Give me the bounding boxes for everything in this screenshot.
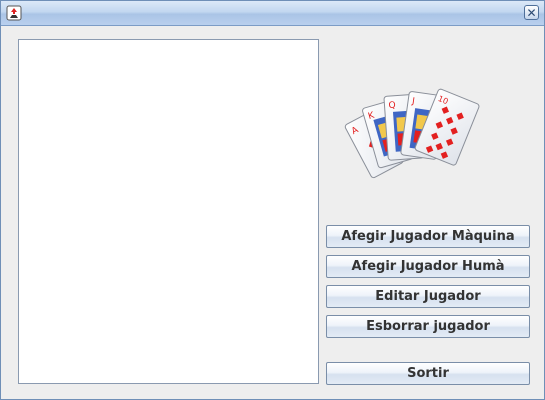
royal-flush-cards-image: A K Q J 10 bbox=[344, 88, 480, 179]
close-icon: ✕ bbox=[526, 5, 537, 20]
edit-player-button[interactable]: Editar Jugador bbox=[326, 285, 530, 308]
main-window: ✕ A K Q J 10 Afegir Jugador Màquina Afeg… bbox=[0, 0, 545, 400]
players-list[interactable] bbox=[18, 39, 319, 384]
title-bar: ✕ bbox=[1, 1, 544, 26]
exit-button[interactable]: Sortir bbox=[326, 362, 530, 385]
close-button[interactable]: ✕ bbox=[524, 5, 539, 20]
delete-player-button[interactable]: Esborrar jugador bbox=[326, 315, 530, 338]
svg-text:Q: Q bbox=[388, 101, 396, 111]
add-ai-player-button[interactable]: Afegir Jugador Màquina bbox=[326, 225, 530, 248]
add-human-player-button[interactable]: Afegir Jugador Humà bbox=[326, 255, 530, 278]
app-icon bbox=[6, 5, 22, 21]
